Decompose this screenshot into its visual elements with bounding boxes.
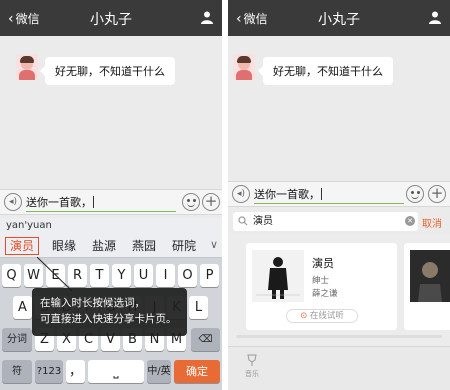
search-bar: 演员 ✕ 取消 — [228, 211, 450, 233]
candidate-bar: 演员 眼缘 盐源 燕园 研院 ∨ — [0, 234, 222, 258]
text-caret — [93, 196, 94, 208]
search-input[interactable]: 演员 — [233, 212, 418, 231]
nav-bar: ‹ 微信 小丸子 — [0, 0, 222, 36]
key-p[interactable]: P — [200, 264, 219, 287]
key-a[interactable]: A — [13, 296, 32, 319]
message-input-text: 送你一首歌， — [26, 196, 92, 209]
music-icon — [247, 354, 257, 366]
message-bubble: 好无聊，不知道干什么 — [258, 57, 393, 85]
search-input-value: 演员 — [253, 216, 273, 227]
candidate-word[interactable]: 研院 — [172, 237, 196, 255]
clear-icon[interactable]: ✕ — [405, 216, 415, 226]
song-card[interactable]: 演员 绅士 薛之谦 ⊙ 在线试听 — [246, 243, 397, 330]
key-l[interactable]: L — [189, 296, 208, 319]
share-bottom-bar: 音乐 — [228, 346, 450, 390]
candidate-word[interactable]: 燕园 — [132, 237, 156, 255]
key-i[interactable]: I — [156, 264, 175, 287]
candidate-word[interactable]: 演员 — [5, 237, 40, 255]
emoji-icon[interactable] — [182, 193, 200, 211]
key-t[interactable]: T — [90, 264, 109, 287]
search-icon — [238, 216, 248, 226]
confirm-key[interactable]: 确定 — [174, 360, 220, 383]
voice-icon[interactable]: ◂) — [232, 185, 250, 203]
chat-title: 小丸子 — [90, 12, 132, 28]
message-input[interactable]: 送你一首歌， — [26, 194, 176, 212]
listen-label: 在线试听 — [309, 311, 344, 321]
right-phone-screen: ‹ 微信 小丸子 好无聊，不知道干什么 ◂) 送你一首歌， + 演员 ✕ 取消 — [228, 0, 450, 390]
chat-input-bar: ◂) 送你一首歌， + — [228, 181, 450, 207]
share-card-carousel[interactable]: 演员 绅士 薛之谦 ⊙ 在线试听 — [228, 234, 450, 346]
candidate-word[interactable]: 盐源 — [92, 237, 116, 255]
pinyin-composition: yan'yuan — [0, 218, 222, 234]
language-switch-key[interactable]: 中/英 — [147, 360, 171, 383]
play-icon: ⊙ — [300, 311, 308, 321]
voice-icon[interactable]: ◂) — [4, 193, 22, 211]
song-card-next[interactable] — [404, 243, 450, 330]
listen-online-button[interactable]: ⊙ 在线试听 — [286, 309, 358, 323]
album-cover-next — [410, 250, 450, 302]
contact-avatar[interactable] — [16, 54, 38, 80]
key-u[interactable]: U — [134, 264, 153, 287]
left-phone-screen: ‹ 微信 小丸子 好无聊，不知道干什么 ◂) 送你一首歌， + yan'yuan… — [0, 0, 222, 390]
plus-icon[interactable]: + — [202, 193, 220, 211]
message-input-text: 送你一首歌， — [254, 188, 320, 201]
album-cover — [252, 250, 304, 302]
emoji-icon[interactable] — [406, 185, 424, 203]
carousel-scrollbar — [236, 335, 442, 338]
album-name: 绅士 — [312, 276, 330, 286]
music-tab[interactable]: 音乐 — [240, 353, 264, 379]
person-icon[interactable] — [428, 10, 442, 24]
tooltip-pointer — [37, 257, 73, 291]
text-caret — [321, 188, 322, 200]
symbol-key[interactable]: 符 — [2, 360, 32, 383]
contact-avatar[interactable] — [233, 54, 255, 80]
numeric-key[interactable]: ?123 — [35, 360, 63, 383]
artist-name: 薛之谦 — [312, 289, 338, 299]
candidate-word[interactable]: 眼缘 — [52, 237, 76, 255]
key-y[interactable]: Y — [112, 264, 131, 287]
plus-icon[interactable]: + — [428, 185, 446, 203]
message-bubble: 好无聊，不知道干什么 — [40, 57, 175, 85]
nav-bar: ‹ 微信 小丸子 — [228, 0, 450, 36]
comma-key[interactable]: ， — [66, 360, 85, 383]
person-icon[interactable] — [200, 10, 214, 24]
song-title: 演员 — [312, 257, 334, 270]
tooltip-line-2: 可直接进入快速分享卡片页。 — [40, 313, 177, 325]
segment-key[interactable]: 分词 — [2, 328, 32, 351]
backspace-icon[interactable]: ⌫ — [191, 328, 220, 351]
message-input[interactable]: 送你一首歌， — [254, 186, 404, 204]
cancel-button[interactable]: 取消 — [422, 215, 442, 230]
chat-input-bar: ◂) 送你一首歌， + — [0, 189, 222, 215]
music-tab-label: 音乐 — [245, 370, 259, 378]
key-q[interactable]: Q — [2, 264, 21, 287]
chat-title: 小丸子 — [318, 12, 360, 28]
key-o[interactable]: O — [178, 264, 197, 287]
chevron-down-icon[interactable]: ∨ — [210, 238, 218, 251]
hint-tooltip: 在输入时长按候选词， 可直接进入快速分享卡片页。 — [32, 288, 187, 336]
tooltip-line-1: 在输入时长按候选词， — [40, 297, 145, 309]
space-key[interactable]: ⎵ — [88, 360, 144, 383]
